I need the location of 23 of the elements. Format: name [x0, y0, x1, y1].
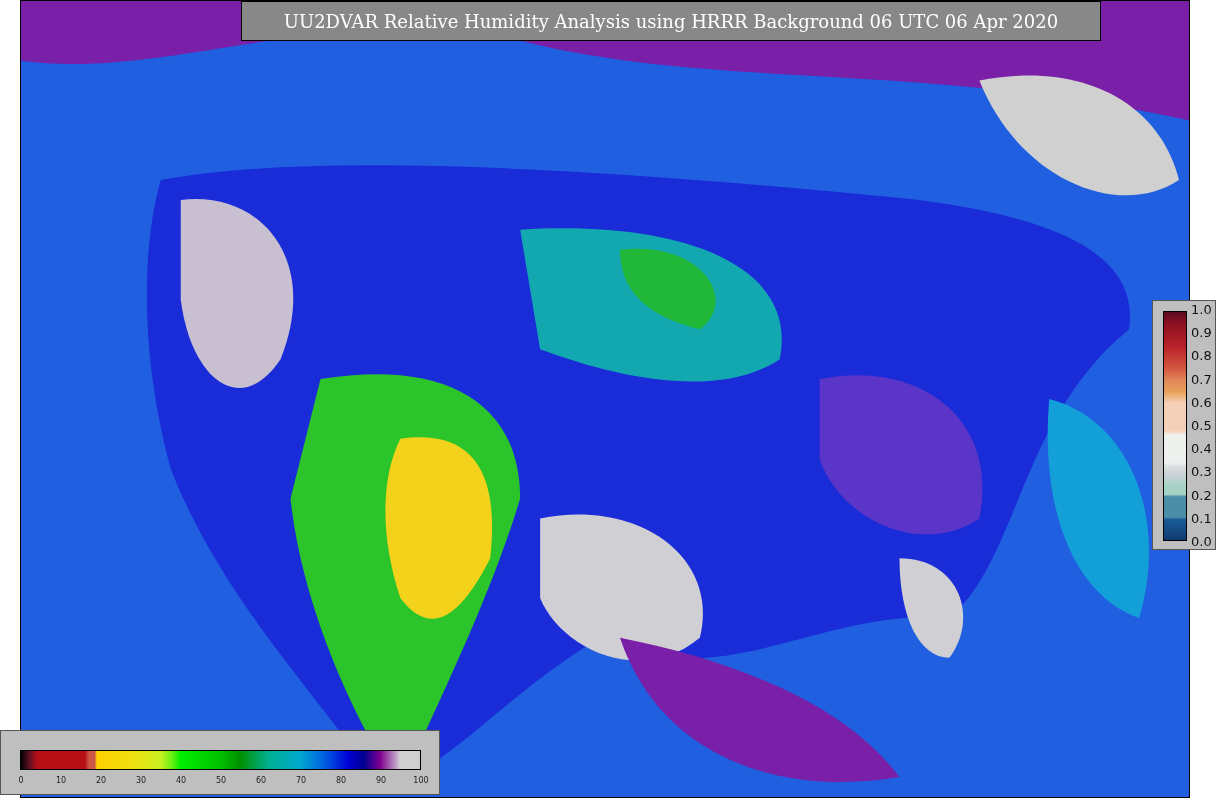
tick-label: 0.6	[1191, 395, 1212, 410]
tick-label: 0.7	[1191, 372, 1212, 387]
tick-label: 10	[55, 776, 67, 785]
tick-label: 0	[18, 776, 24, 785]
tick-label: 0.3	[1191, 465, 1212, 480]
tick-label: 0.4	[1191, 442, 1212, 457]
chart-title: UU2DVAR Relative Humidity Analysis using HRRR Background 06 UTC 06 Apr 2020	[241, 1, 1101, 41]
tick-label: 0.2	[1191, 488, 1212, 503]
tick-label: 60	[255, 776, 267, 785]
tick-label: 80	[335, 776, 347, 785]
tick-label: 0.9	[1191, 326, 1212, 341]
tick-label: 0.1	[1191, 511, 1212, 526]
tick-label: 0.8	[1191, 349, 1212, 364]
tick-label: 70	[295, 776, 307, 785]
tick-label: 40	[175, 776, 187, 785]
tick-label: 90	[375, 776, 387, 785]
tick-label: 50	[215, 776, 227, 785]
tick-label: 1.0	[1191, 303, 1212, 317]
tick-label: 0.0	[1191, 534, 1212, 549]
tick-label: 0.5	[1191, 418, 1212, 433]
tick-label: 30	[135, 776, 147, 785]
tick-label: 20	[95, 776, 107, 785]
tick-label: 100	[413, 776, 429, 785]
